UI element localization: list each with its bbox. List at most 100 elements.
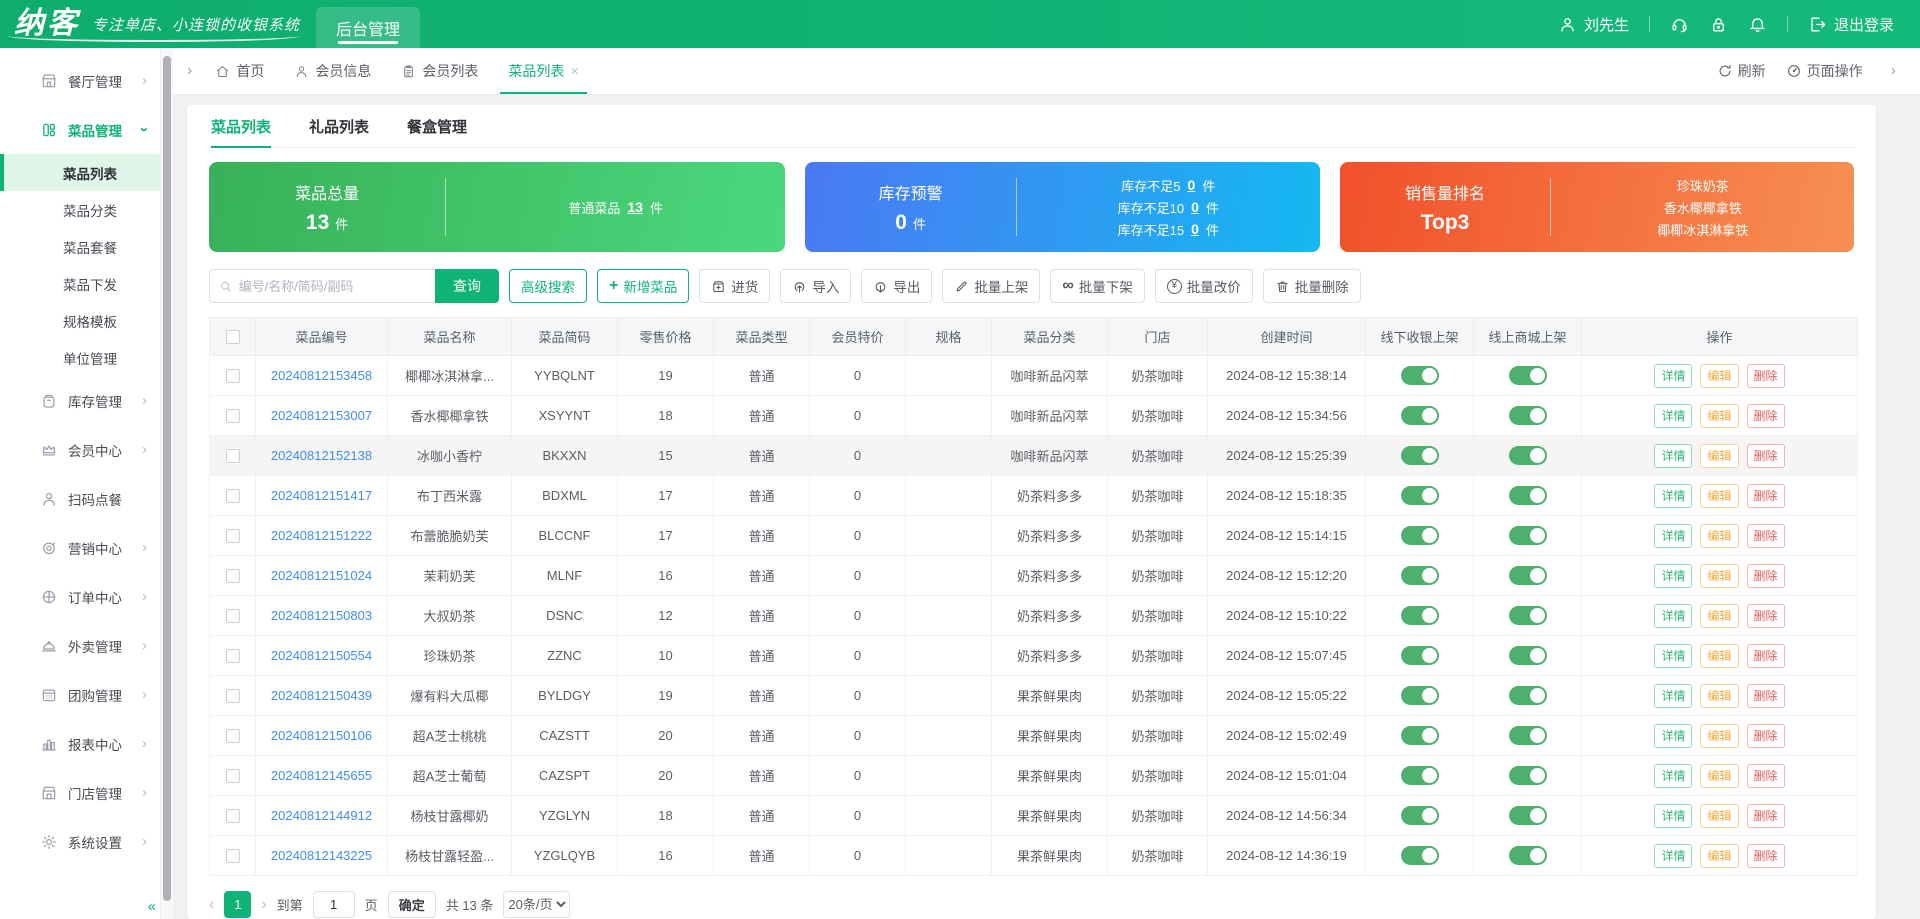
row-checkbox[interactable] bbox=[225, 529, 240, 544]
高级搜索-button[interactable]: 高级搜索 bbox=[509, 269, 587, 303]
offline-pos-toggle[interactable] bbox=[1400, 606, 1439, 625]
批量下架-button[interactable]: ∞ 批量下架 bbox=[1050, 269, 1145, 303]
row-checkbox[interactable] bbox=[225, 769, 240, 784]
headset-icon[interactable] bbox=[1670, 15, 1689, 34]
select-all-checkbox[interactable] bbox=[225, 330, 240, 345]
online-mall-toggle[interactable] bbox=[1508, 766, 1547, 785]
dish-code-link[interactable]: 20240812151024 bbox=[271, 568, 372, 583]
detail-button[interactable]: 详情 bbox=[1654, 443, 1693, 468]
prev-page-icon[interactable]: ‹ bbox=[209, 896, 214, 913]
offline-pos-toggle[interactable] bbox=[1400, 846, 1439, 865]
online-mall-toggle[interactable] bbox=[1508, 806, 1547, 825]
close-tab-icon[interactable]: × bbox=[570, 63, 579, 80]
offline-pos-toggle[interactable] bbox=[1400, 766, 1439, 785]
next-page-icon[interactable]: › bbox=[261, 896, 266, 913]
sidebar-item-系统设置[interactable]: 系统设置 › bbox=[0, 817, 160, 866]
dish-code-link[interactable]: 20240812153007 bbox=[271, 408, 372, 423]
stock-count[interactable]: 0 bbox=[1191, 221, 1199, 237]
dish-code-link[interactable]: 20240812153458 bbox=[271, 368, 372, 383]
bell-icon[interactable] bbox=[1748, 15, 1767, 34]
edit-button[interactable]: 编辑 bbox=[1700, 803, 1739, 828]
stock-count[interactable]: 0 bbox=[1188, 177, 1196, 193]
dish-code-link[interactable]: 20240812152138 bbox=[271, 448, 372, 463]
dish-code-link[interactable]: 20240812144912 bbox=[271, 808, 372, 823]
sidebar-item-报表中心[interactable]: 报表中心 › bbox=[0, 719, 160, 768]
detail-button[interactable]: 详情 bbox=[1654, 403, 1693, 428]
delete-button[interactable]: 删除 bbox=[1746, 523, 1785, 548]
row-checkbox[interactable] bbox=[225, 849, 240, 864]
delete-button[interactable]: 删除 bbox=[1746, 483, 1785, 508]
sidebar-subitem-菜品套餐[interactable]: 菜品套餐 bbox=[0, 228, 160, 265]
delete-button[interactable]: 删除 bbox=[1746, 643, 1785, 668]
normal-dish-count[interactable]: 13 bbox=[627, 199, 643, 215]
进货-button[interactable]: 进货 bbox=[699, 269, 771, 303]
sidebar-item-订单中心[interactable]: 订单中心 › bbox=[0, 572, 160, 621]
delete-button[interactable]: 删除 bbox=[1746, 563, 1785, 588]
edit-button[interactable]: 编辑 bbox=[1700, 563, 1739, 588]
content-tab-菜品列表[interactable]: 菜品列表 bbox=[211, 105, 272, 148]
delete-button[interactable]: 删除 bbox=[1746, 723, 1785, 748]
delete-button[interactable]: 删除 bbox=[1746, 363, 1785, 388]
dish-code-link[interactable]: 20240812150554 bbox=[271, 648, 372, 663]
批量上架-button[interactable]: 批量上架 bbox=[942, 269, 1041, 303]
sidebar-collapse-icon[interactable]: « bbox=[148, 898, 156, 915]
online-mall-toggle[interactable] bbox=[1508, 526, 1547, 545]
online-mall-toggle[interactable] bbox=[1508, 606, 1547, 625]
row-checkbox[interactable] bbox=[225, 689, 240, 704]
page-size-select[interactable]: 20条/页 bbox=[503, 891, 571, 918]
online-mall-toggle[interactable] bbox=[1508, 726, 1547, 745]
edit-button[interactable]: 编辑 bbox=[1700, 403, 1739, 428]
detail-button[interactable]: 详情 bbox=[1654, 483, 1693, 508]
dish-code-link[interactable]: 20240812151417 bbox=[271, 488, 372, 503]
dish-code-link[interactable]: 20240812150439 bbox=[271, 688, 372, 703]
row-checkbox[interactable] bbox=[225, 449, 240, 464]
delete-button[interactable]: 删除 bbox=[1746, 843, 1785, 868]
sidebar-item-门店管理[interactable]: 门店管理 › bbox=[0, 768, 160, 817]
row-checkbox[interactable] bbox=[225, 609, 240, 624]
current-user[interactable]: 刘先生 bbox=[1558, 14, 1629, 35]
detail-button[interactable]: 详情 bbox=[1654, 363, 1693, 388]
detail-button[interactable]: 详情 bbox=[1654, 643, 1693, 668]
backstage-management-tab[interactable]: 后台管理 bbox=[316, 7, 421, 48]
导出-button[interactable]: 导出 bbox=[861, 269, 933, 303]
sidebar-subitem-菜品列表[interactable]: 菜品列表 bbox=[0, 154, 160, 191]
delete-button[interactable]: 删除 bbox=[1746, 763, 1785, 788]
新增菜品-button[interactable]: + 新增菜品 bbox=[597, 269, 690, 303]
sidebar-item-餐厅管理[interactable]: 餐厅管理 › bbox=[0, 56, 160, 105]
edit-button[interactable]: 编辑 bbox=[1700, 683, 1739, 708]
delete-button[interactable]: 删除 bbox=[1746, 443, 1785, 468]
sidebar-subitem-菜品分类[interactable]: 菜品分类 bbox=[0, 191, 160, 228]
offline-pos-toggle[interactable] bbox=[1400, 446, 1439, 465]
row-checkbox[interactable] bbox=[225, 369, 240, 384]
online-mall-toggle[interactable] bbox=[1508, 366, 1547, 385]
edit-button[interactable]: 编辑 bbox=[1700, 483, 1739, 508]
logout-button[interactable]: 退出登录 bbox=[1808, 14, 1894, 35]
delete-button[interactable]: 删除 bbox=[1746, 803, 1785, 828]
refresh-button[interactable]: 刷新 bbox=[1717, 61, 1766, 81]
offline-pos-toggle[interactable] bbox=[1400, 686, 1439, 705]
detail-button[interactable]: 详情 bbox=[1654, 763, 1693, 788]
offline-pos-toggle[interactable] bbox=[1400, 406, 1439, 425]
search-button[interactable]: 查询 bbox=[435, 269, 499, 303]
online-mall-toggle[interactable] bbox=[1508, 446, 1547, 465]
edit-button[interactable]: 编辑 bbox=[1700, 443, 1739, 468]
offline-pos-toggle[interactable] bbox=[1400, 806, 1439, 825]
search-input[interactable] bbox=[238, 278, 426, 294]
detail-button[interactable]: 详情 bbox=[1654, 803, 1693, 828]
sidebar-subitem-菜品下发[interactable]: 菜品下发 bbox=[0, 265, 160, 302]
online-mall-toggle[interactable] bbox=[1508, 646, 1547, 665]
row-checkbox[interactable] bbox=[225, 489, 240, 504]
row-checkbox[interactable] bbox=[225, 569, 240, 584]
offline-pos-toggle[interactable] bbox=[1400, 566, 1439, 585]
dish-code-link[interactable]: 20240812145655 bbox=[271, 768, 372, 783]
sidebar-item-营销中心[interactable]: 营销中心 › bbox=[0, 523, 160, 572]
page-tab-首页[interactable]: 首页 bbox=[215, 48, 264, 94]
online-mall-toggle[interactable] bbox=[1508, 486, 1547, 505]
page-tab-菜品列表[interactable]: 菜品列表 × bbox=[500, 48, 587, 94]
goto-page-input[interactable] bbox=[312, 891, 355, 918]
stock-count[interactable]: 0 bbox=[1191, 199, 1199, 215]
edit-button[interactable]: 编辑 bbox=[1700, 643, 1739, 668]
content-tab-礼品列表[interactable]: 礼品列表 bbox=[309, 105, 369, 147]
edit-button[interactable]: 编辑 bbox=[1700, 603, 1739, 628]
row-checkbox[interactable] bbox=[225, 729, 240, 744]
